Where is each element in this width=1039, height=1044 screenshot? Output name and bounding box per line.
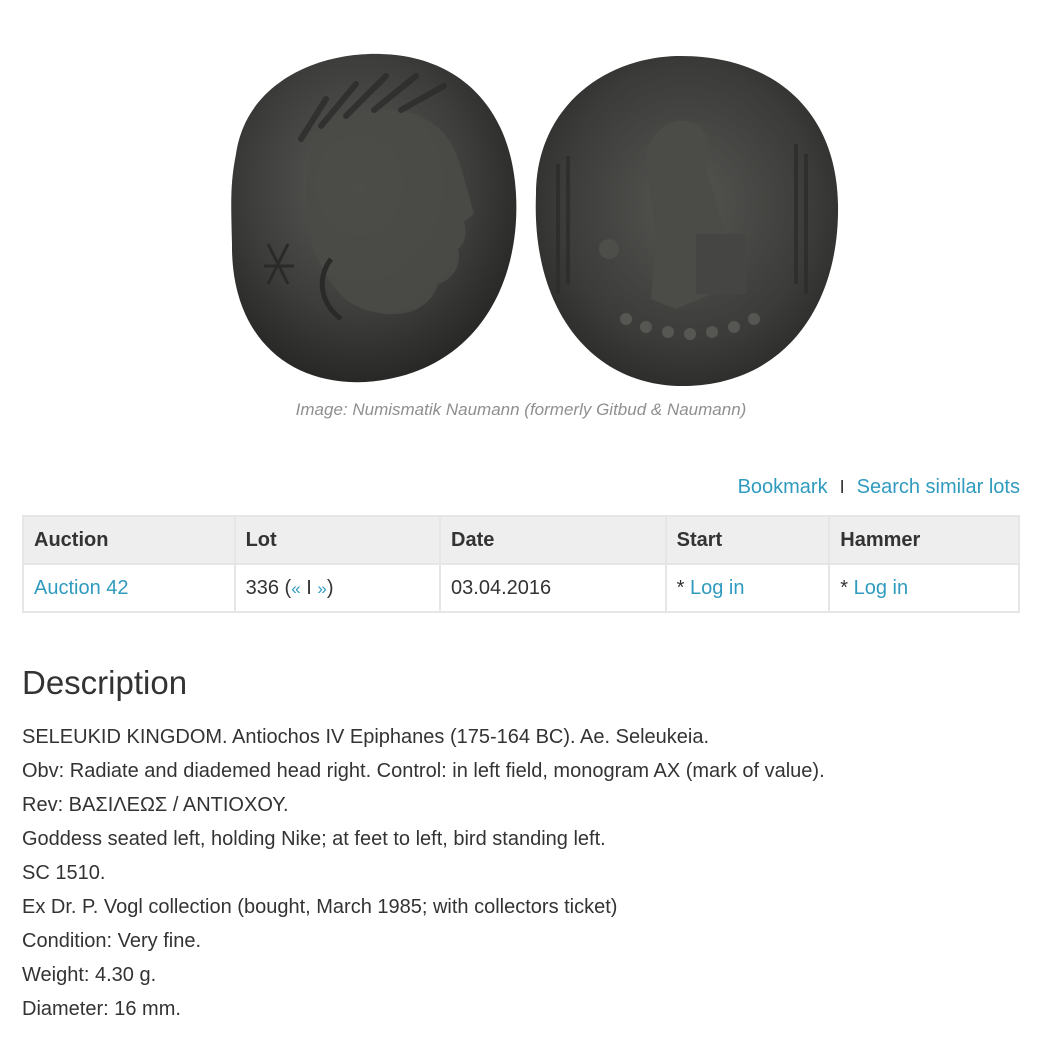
start-login-link[interactable]: Log in bbox=[690, 577, 745, 599]
hammer-asterisk: * bbox=[840, 576, 854, 599]
lot-table: Auction Lot Date Start Hammer Auction 42… bbox=[22, 515, 1020, 613]
bookmark-link[interactable]: Bookmark bbox=[738, 476, 828, 499]
description-line: Condition: Very fine. bbox=[22, 930, 201, 952]
column-header-auction: Auction bbox=[22, 515, 236, 565]
column-header-lot: Lot bbox=[233, 515, 442, 565]
description-heading: Description bbox=[22, 664, 188, 701]
search-similar-lots-link[interactable]: Search similar lots bbox=[857, 476, 1020, 499]
auction-link[interactable]: Auction 42 bbox=[34, 577, 129, 599]
description-line: Diameter: 16 mm. bbox=[22, 998, 181, 1020]
hammer-login-link[interactable]: Log in bbox=[854, 577, 909, 599]
start-cell: * Log in bbox=[664, 563, 831, 613]
description-line: Ex Dr. P. Vogl collection (bought, March… bbox=[22, 896, 618, 918]
column-header-date: Date bbox=[439, 515, 667, 565]
image-credit: Image: Numismatik Naumann (formerly Gitb… bbox=[295, 400, 747, 419]
action-separator: I bbox=[839, 477, 845, 497]
lot-cell: 336 (« I ») bbox=[233, 563, 442, 613]
lot-nav-separator: I bbox=[306, 576, 312, 599]
description-line: Goddess seated left, holding Nike; at fe… bbox=[22, 828, 606, 850]
auction-cell: Auction 42 bbox=[22, 563, 236, 613]
hammer-cell: * Log in bbox=[828, 563, 1020, 613]
lot-number: 336 bbox=[245, 576, 279, 599]
column-header-start: Start bbox=[664, 515, 831, 565]
start-asterisk: * bbox=[676, 576, 690, 599]
lot-page: Image: Numismatik Naumann (formerly Gitb… bbox=[0, 0, 1039, 1044]
description-line: Rev: ΒΑΣΙΛΕΩΣ / ΑΝΤΙΟΧΟΥ. bbox=[22, 794, 289, 816]
date-cell: 03.04.2016 bbox=[439, 563, 667, 613]
previous-lot-link[interactable]: « bbox=[291, 579, 300, 598]
description-line: Weight: 4.30 g. bbox=[22, 964, 157, 986]
description-line: Obv: Radiate and diademed head right. Co… bbox=[22, 760, 825, 782]
table-header-row: Auction Lot Date Start Hammer bbox=[22, 515, 1020, 565]
description-line: SELEUKID KINGDOM. Antiochos IV Epiphanes… bbox=[22, 726, 710, 748]
coin-image[interactable] bbox=[206, 44, 842, 394]
next-lot-link[interactable]: » bbox=[317, 579, 326, 598]
coin-obverse bbox=[231, 53, 517, 383]
column-header-hammer: Hammer bbox=[828, 515, 1020, 565]
table-row: Auction 42 336 (« I ») 03.04.2016 * Log … bbox=[22, 563, 1020, 613]
coin-reverse bbox=[535, 55, 839, 387]
description-line: SC 1510. bbox=[22, 862, 106, 884]
lot-nav-close-paren: ) bbox=[326, 576, 334, 599]
lot-actions: Bookmark I Search similar lots bbox=[738, 476, 1020, 499]
description-body: SELEUKID KINGDOM. Antiochos IV Epiphanes… bbox=[22, 720, 825, 1026]
